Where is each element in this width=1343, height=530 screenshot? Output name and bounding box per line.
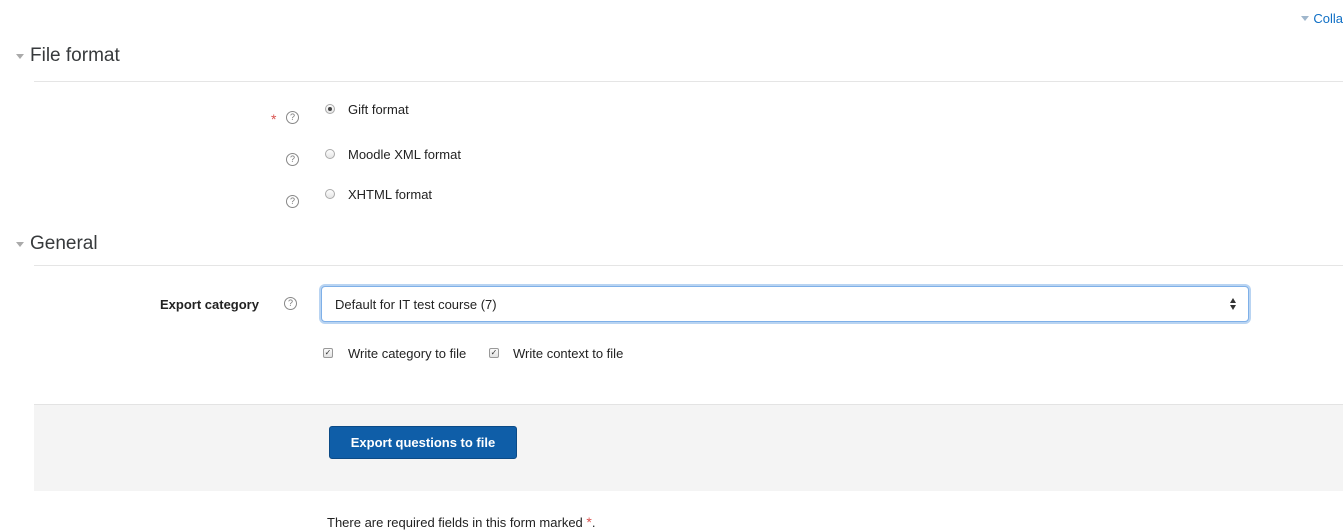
required-marker: * [271, 111, 277, 127]
radio-label-moodle-xml-format: Moodle XML format [348, 147, 461, 162]
required-fields-note: There are required fields in this form m… [327, 514, 595, 530]
export-category-label: Export category [160, 297, 259, 312]
collapse-triangle-icon [1301, 16, 1310, 21]
checkbox-label-write-context: Write context to file [513, 346, 624, 361]
section-toggle-file-format[interactable]: File format [16, 45, 120, 67]
form-action-bar [34, 404, 1343, 491]
section-title-file-format: File format [30, 45, 120, 66]
radio-gift-format[interactable] [325, 104, 335, 114]
help-icon[interactable]: ? [286, 195, 299, 208]
checkbox-write-context[interactable]: ✓ [489, 348, 499, 358]
required-note-period: . [591, 515, 596, 530]
collapse-all-link[interactable]: Colla [1301, 11, 1343, 26]
select-arrows-icon [1230, 297, 1238, 311]
section-divider [34, 265, 1343, 266]
radio-xhtml-format[interactable] [325, 189, 335, 199]
help-icon[interactable]: ? [284, 297, 297, 310]
radio-label-xhtml-format: XHTML format [348, 187, 433, 202]
help-icon[interactable]: ? [286, 153, 299, 166]
expanded-triangle-icon [16, 241, 24, 247]
required-note-text: There are required fields in this form m… [327, 515, 583, 530]
collapse-all-label: Colla [1313, 11, 1343, 26]
checkbox-write-category[interactable]: ✓ [323, 348, 333, 358]
radio-label-gift-format: Gift format [348, 102, 409, 117]
expanded-triangle-icon [16, 53, 24, 59]
export-category-value: Default for IT test course (7) [335, 296, 497, 312]
radio-moodle-xml-format[interactable] [325, 149, 335, 159]
export-questions-button[interactable]: Export questions to file [329, 426, 517, 459]
section-title-general: General [30, 233, 98, 254]
checkbox-label-write-category: Write category to file [348, 346, 467, 361]
section-divider [34, 81, 1343, 82]
section-toggle-general[interactable]: General [16, 233, 98, 255]
help-icon[interactable]: ? [286, 111, 299, 124]
export-category-select[interactable]: Default for IT test course (7) [321, 286, 1249, 322]
